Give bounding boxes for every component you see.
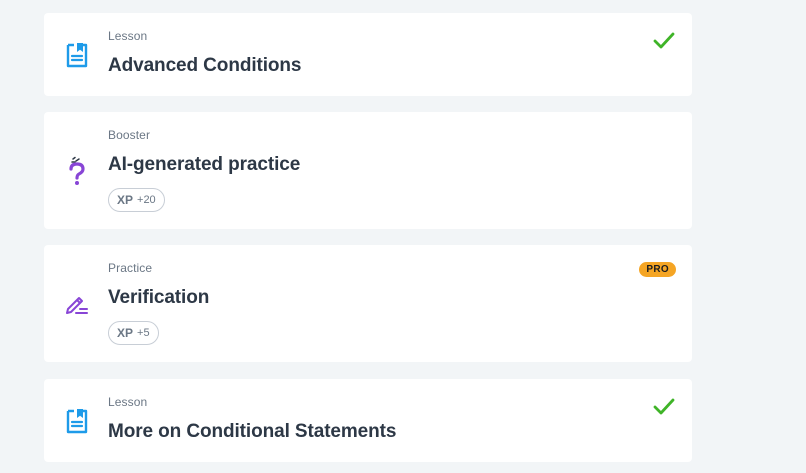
question-mark-icon	[64, 156, 90, 186]
xp-label: XP	[117, 193, 134, 207]
item-type-label: Lesson	[108, 29, 148, 43]
xp-label: XP	[117, 326, 134, 340]
pencil-edit-icon	[64, 289, 90, 319]
learning-path-list: Lesson Advanced Conditions Booster AI-ge…	[0, 0, 806, 473]
item-type-label: Lesson	[108, 395, 148, 409]
item-title: AI-generated practice	[108, 154, 301, 175]
xp-reward-badge: XP +5	[108, 321, 159, 345]
practice-card-verification[interactable]: Practice Verification PRO XP +5	[44, 245, 692, 362]
xp-value: +5	[137, 327, 150, 339]
booster-card-ai-generated-practice[interactable]: Booster AI-generated practice XP +20	[44, 112, 692, 229]
xp-value: +20	[137, 194, 156, 206]
item-title: More on Conditional Statements	[108, 421, 397, 442]
completed-check-icon	[652, 397, 676, 417]
item-type-label: Booster	[108, 128, 151, 142]
xp-reward-badge: XP +20	[108, 188, 165, 212]
pro-badge: PRO	[639, 262, 676, 277]
item-title: Advanced Conditions	[108, 55, 302, 76]
item-type-label: Practice	[108, 261, 153, 275]
lesson-document-icon	[64, 406, 90, 436]
item-title: Verification	[108, 287, 210, 308]
lesson-card-more-on-conditional-statements[interactable]: Lesson More on Conditional Statements	[44, 379, 692, 462]
lesson-document-icon	[64, 40, 90, 70]
completed-check-icon	[652, 31, 676, 51]
lesson-card-advanced-conditions[interactable]: Lesson Advanced Conditions	[44, 13, 692, 96]
